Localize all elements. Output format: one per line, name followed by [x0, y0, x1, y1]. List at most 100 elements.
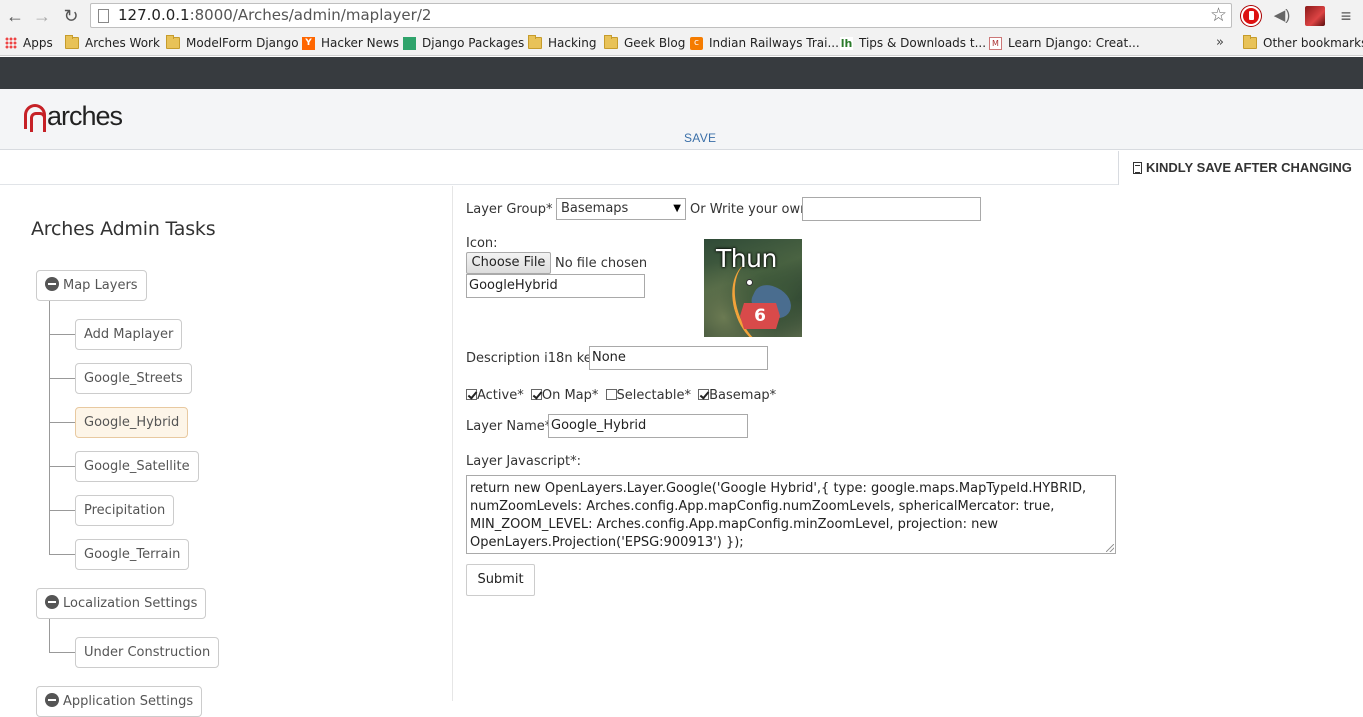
tree-line	[49, 422, 75, 423]
tree-line	[49, 554, 75, 555]
layer-javascript-label: Layer Javascript*:	[466, 454, 581, 469]
on-map-checkbox-item[interactable]: On Map*	[530, 388, 599, 403]
tree-item-google-terrain[interactable]: Google_Terrain	[75, 539, 190, 570]
arches-logo[interactable]: arches	[24, 101, 123, 132]
description-input[interactable]: None	[589, 346, 768, 370]
hacker-news-icon: Y	[302, 36, 315, 50]
tree-item-precipitation[interactable]: Precipitation	[75, 495, 175, 526]
apps-grid-icon	[5, 37, 17, 49]
tree-line	[49, 334, 75, 335]
on-map-label: On Map*	[541, 388, 599, 403]
route-shield-icon: 6	[740, 303, 780, 329]
tree-group-localization-settings[interactable]: Localization Settings	[36, 588, 207, 619]
basemap-checkbox-item[interactable]: Basemap*	[698, 388, 776, 403]
selectable-checkbox[interactable]	[605, 389, 617, 400]
adblock-icon[interactable]	[1241, 6, 1261, 26]
bookmark-tips-downloads[interactable]: lh Tips & Downloads t...	[840, 36, 986, 50]
extension-icon[interactable]	[1305, 6, 1325, 26]
layer-name-input[interactable]: Google_Hybrid	[548, 414, 748, 438]
bookmark-indian-railways[interactable]: c Indian Railways Trai...	[690, 36, 839, 50]
tree-item-google-hybrid[interactable]: Google_Hybrid	[75, 407, 189, 438]
tree-group-application-settings[interactable]: Application Settings	[36, 686, 203, 717]
divider	[452, 186, 453, 701]
dropdown-arrow-icon: ▼	[673, 203, 681, 214]
tips-downloads-icon: lh	[840, 36, 853, 50]
logo-text: arches	[47, 101, 123, 131]
address-bar[interactable]: 127.0.0.1:8000/Arches/admin/maplayer/2 ☆	[90, 3, 1232, 28]
location-dot-icon	[746, 279, 753, 286]
folder-icon	[604, 35, 618, 49]
collapse-icon	[45, 277, 59, 291]
tree-line	[49, 378, 75, 379]
tree-item-under-construction[interactable]: Under Construction	[75, 637, 220, 668]
indian-railways-icon: c	[690, 36, 703, 50]
tree-line	[49, 466, 75, 467]
arches-logo-icon	[24, 103, 46, 132]
preview-place-label: Thun	[716, 244, 777, 273]
speaker-extension-icon[interactable]: ◀)	[1272, 6, 1292, 26]
choose-file-button[interactable]: Choose File	[466, 252, 551, 274]
submit-button[interactable]: Submit	[466, 564, 535, 596]
description-label: Description i18n key:	[466, 351, 603, 366]
forward-arrow-icon[interactable]: →	[31, 5, 53, 27]
reload-icon[interactable]: ↻	[60, 5, 82, 27]
bookmarks-bar: Apps Arches Work ModelForm Django Y Hacke…	[0, 32, 1363, 56]
tree-item-add-maplayer[interactable]: Add Maplayer	[75, 319, 183, 350]
learn-django-icon: M	[989, 36, 1002, 50]
bookmark-hacker-news[interactable]: Y Hacker News	[302, 36, 399, 50]
layer-group-select[interactable]: Basemaps ▼	[556, 198, 686, 220]
document-icon	[1133, 162, 1142, 174]
bookmark-apps[interactable]: Apps	[5, 36, 53, 50]
no-file-chosen-text: No file chosen	[555, 256, 648, 271]
basemap-checkbox[interactable]	[698, 389, 710, 400]
selectable-checkbox-item[interactable]: Selectable*	[605, 388, 691, 403]
bookmark-star-icon[interactable]: ☆	[1210, 4, 1227, 27]
layer-group-selected: Basemaps	[561, 201, 629, 216]
icon-name-input[interactable]: GoogleHybrid	[466, 274, 645, 298]
app-header: arches SAVE	[0, 89, 1363, 150]
folder-icon	[528, 35, 542, 49]
tree-line	[49, 510, 75, 511]
active-checkbox[interactable]	[466, 389, 477, 400]
tree-item-google-satellite[interactable]: Google_Satellite	[75, 451, 199, 482]
tree-line	[49, 619, 50, 653]
menu-icon[interactable]: ≡	[1336, 6, 1356, 26]
more-bookmarks-chevron[interactable]: »	[1216, 35, 1224, 50]
save-notice: KINDLY SAVE AFTER CHANGING	[1118, 151, 1363, 185]
page-icon	[98, 9, 109, 23]
admin-sidebar: Arches Admin Tasks Map Layers Add Maplay…	[0, 186, 452, 717]
sub-header: KINDLY SAVE AFTER CHANGING	[0, 151, 1363, 185]
bookmark-django-packages[interactable]: Django Packages	[403, 36, 524, 50]
bookmark-hacking[interactable]: Hacking	[528, 35, 596, 50]
active-label: Active*	[477, 388, 524, 403]
basemap-label: Basemap*	[709, 388, 777, 403]
folder-icon	[166, 35, 180, 49]
tree-item-google-streets[interactable]: Google_Streets	[75, 363, 192, 394]
bookmark-arches-work[interactable]: Arches Work	[65, 35, 160, 50]
resize-handle-icon[interactable]	[1106, 544, 1114, 552]
layer-group-custom-input[interactable]	[802, 197, 981, 221]
top-navbar	[0, 57, 1363, 89]
maplayer-form: Layer Group* : Basemaps ▼ Or Write your …	[466, 186, 1363, 701]
active-checkbox-item[interactable]: Active*	[466, 388, 524, 403]
bookmark-modelform-django[interactable]: ModelForm Django	[166, 35, 299, 50]
folder-icon	[65, 35, 79, 49]
layer-javascript-textarea[interactable]: return new OpenLayers.Layer.Google('Goog…	[466, 475, 1116, 554]
tree-line	[49, 301, 50, 555]
folder-icon	[1243, 35, 1257, 49]
on-map-checkbox[interactable]	[530, 389, 542, 400]
javascript-code: return new OpenLayers.Layer.Google('Goog…	[470, 481, 1087, 550]
url-text: 127.0.0.1:8000/Arches/admin/maplayer/2	[118, 6, 432, 24]
save-link[interactable]: SAVE	[684, 131, 716, 145]
layer-group-label: Layer Group* :	[466, 202, 561, 217]
icon-preview-image: Thun 6	[704, 239, 802, 337]
tree-line	[49, 652, 75, 653]
layer-flags: Active* On Map* Selectable* Basemap*	[466, 388, 779, 403]
bookmark-learn-django[interactable]: M Learn Django: Creat...	[989, 36, 1140, 50]
tree-group-map-layers[interactable]: Map Layers	[36, 270, 147, 301]
collapse-icon	[45, 693, 59, 707]
back-arrow-icon[interactable]: ←	[4, 5, 26, 27]
bookmark-geek-blog[interactable]: Geek Blog	[604, 35, 685, 50]
other-bookmarks[interactable]: Other bookmarks	[1243, 35, 1363, 50]
icon-label: Icon:	[466, 236, 498, 251]
